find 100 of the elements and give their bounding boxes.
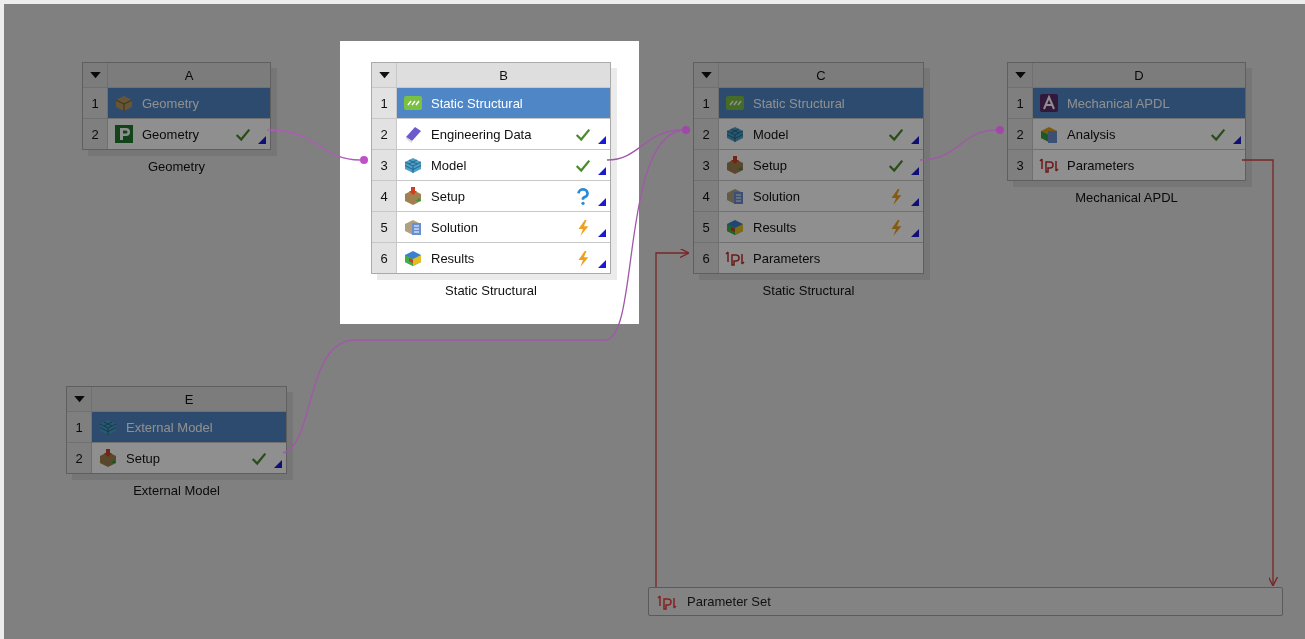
column-header: A xyxy=(108,63,270,87)
component-row[interactable]: Model xyxy=(397,150,610,180)
contour-cube-icon xyxy=(725,217,745,237)
component-label: Setup xyxy=(753,157,787,173)
book-icon xyxy=(403,124,423,144)
row-number: 4 xyxy=(372,181,396,211)
component-row[interactable]: Results xyxy=(719,212,923,242)
component-row[interactable]: Setup xyxy=(92,443,286,473)
component-row[interactable]: Analysis xyxy=(1033,119,1245,149)
system-caption: Static Structural xyxy=(761,283,856,298)
component-row[interactable]: Setup xyxy=(719,150,923,180)
corner-triangle-icon[interactable] xyxy=(1233,136,1241,144)
component-label: Model xyxy=(431,157,467,173)
row-number: 1 xyxy=(1008,88,1032,118)
system-block[interactable]: A 1 Geometry 2 Geometry xyxy=(82,62,271,150)
box-arrow-icon xyxy=(403,186,423,206)
component-label: External Model xyxy=(126,419,213,435)
check-icon xyxy=(887,157,905,175)
component-label: Setup xyxy=(126,450,160,466)
row-number: 1 xyxy=(694,88,718,118)
component-label: Mechanical APDL xyxy=(1067,95,1170,111)
striped-tile-icon xyxy=(403,93,423,113)
parameter-icon xyxy=(725,248,745,268)
corner-triangle-icon[interactable] xyxy=(258,136,266,144)
check-icon xyxy=(887,126,905,144)
component-label: Results xyxy=(753,219,797,235)
component-row[interactable]: Geometry xyxy=(108,119,270,149)
parameter-set-bar[interactable]: Parameter Set xyxy=(648,587,1283,616)
component-row[interactable]: Results xyxy=(397,243,610,273)
corner-triangle-icon[interactable] xyxy=(598,167,606,175)
contour-cube-icon xyxy=(403,248,423,268)
corner-triangle-icon[interactable] xyxy=(911,136,919,144)
row-number: 6 xyxy=(372,243,396,273)
row-number: 1 xyxy=(83,88,107,118)
corner-triangle-icon[interactable] xyxy=(598,136,606,144)
calculator-icon xyxy=(725,186,745,206)
system-block[interactable]: C 1 Static Structural 2 Model 3 Setup 4 Solution 5 Results 6 Parameters xyxy=(693,62,924,274)
component-row[interactable]: Model xyxy=(719,119,923,149)
dropdown-icon[interactable] xyxy=(378,71,390,79)
column-header: B xyxy=(397,63,610,87)
component-label: Analysis xyxy=(1067,126,1116,142)
corner-triangle-icon[interactable] xyxy=(598,229,606,237)
component-label: Parameters xyxy=(1067,157,1135,173)
corner-triangle-icon[interactable] xyxy=(911,167,919,175)
row-number: 3 xyxy=(1008,150,1032,180)
component-label: Results xyxy=(431,250,475,266)
component-label: Static Structural xyxy=(753,95,845,111)
mesh-cube-icon xyxy=(725,124,745,144)
row-number: 3 xyxy=(694,150,718,180)
row-number: 6 xyxy=(694,243,718,273)
check-icon xyxy=(574,157,592,175)
row-number: 2 xyxy=(83,119,107,149)
check-icon xyxy=(574,126,592,144)
cube-calculator-icon xyxy=(1039,124,1059,144)
component-row[interactable]: Solution xyxy=(397,212,610,242)
component-label: Geometry xyxy=(142,126,200,142)
component-label: Parameters xyxy=(753,250,821,266)
box-arrow-icon xyxy=(725,155,745,175)
corner-triangle-icon[interactable] xyxy=(274,460,282,468)
box-icon xyxy=(114,93,134,113)
check-icon xyxy=(1209,126,1227,144)
mesh-cube-icon xyxy=(403,155,423,175)
row-number: 5 xyxy=(372,212,396,242)
system-block[interactable]: D 1 Mechanical APDL 2 Analysis 3 Parameters xyxy=(1007,62,1246,181)
component-row[interactable]: Static Structural xyxy=(397,88,610,118)
component-row[interactable]: Setup xyxy=(397,181,610,211)
row-number: 1 xyxy=(372,88,396,118)
system-block[interactable]: E 1 External Model 2 Setup xyxy=(66,386,287,474)
row-number: 5 xyxy=(694,212,718,242)
corner-triangle-icon[interactable] xyxy=(598,260,606,268)
system-caption: Mechanical APDL xyxy=(1074,190,1179,205)
component-row[interactable]: Parameters xyxy=(719,243,923,273)
corner-triangle-icon[interactable] xyxy=(911,229,919,237)
component-label: Solution xyxy=(431,219,478,235)
component-label: Solution xyxy=(753,188,800,204)
component-row[interactable]: Parameters xyxy=(1033,150,1245,180)
component-row[interactable]: Solution xyxy=(719,181,923,211)
row-number: 2 xyxy=(67,443,91,473)
mesh-cube-icon xyxy=(98,417,118,437)
row-number: 3 xyxy=(372,150,396,180)
component-row[interactable]: Engineering Data xyxy=(397,119,610,149)
calculator-icon xyxy=(403,217,423,237)
component-label: Model xyxy=(753,126,789,142)
row-number: 2 xyxy=(1008,119,1032,149)
column-header: E xyxy=(92,387,286,411)
component-label: Engineering Data xyxy=(431,126,532,142)
row-number: 2 xyxy=(372,119,396,149)
check-icon xyxy=(234,126,252,144)
system-block[interactable]: B 1 Static Structural 2 Engineering Data 3 Model 4 Setup 5 Solution 6 Results xyxy=(371,62,611,274)
row-number: 1 xyxy=(67,412,91,442)
row-number: 2 xyxy=(694,119,718,149)
corner-triangle-icon[interactable] xyxy=(598,198,606,206)
system-caption: External Model xyxy=(132,483,221,498)
corner-triangle-icon[interactable] xyxy=(911,198,919,206)
column-header: C xyxy=(719,63,923,87)
system-caption: Static Structural xyxy=(444,283,538,298)
column-header: D xyxy=(1033,63,1245,87)
system-caption: Geometry xyxy=(146,159,207,174)
component-label: Static Structural xyxy=(431,95,523,111)
check-icon xyxy=(250,450,268,468)
